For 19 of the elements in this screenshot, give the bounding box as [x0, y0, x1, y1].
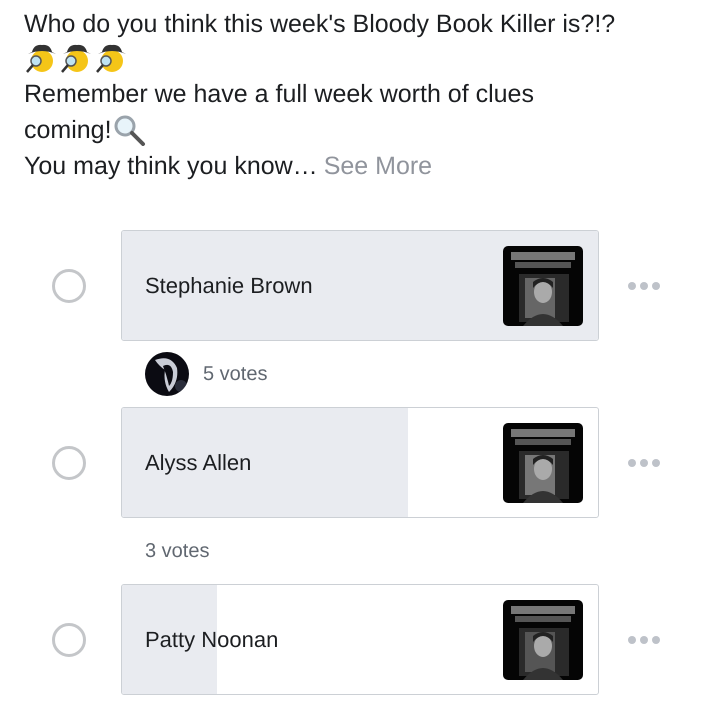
more-icon[interactable]	[627, 634, 661, 644]
radio-button[interactable]	[52, 268, 86, 302]
more-icon[interactable]	[627, 458, 661, 468]
option-name: Patty Noonan	[145, 626, 278, 652]
post-text: Who do you think this week's Bloody Book Killer is?!?	[24, 9, 616, 40]
vote-count[interactable]: 5 votes	[203, 362, 268, 386]
poll-option[interactable]: Patty Noonan	[121, 584, 599, 695]
vote-count[interactable]: 3 votes	[145, 540, 210, 562]
post-text: You may think you know…	[24, 151, 318, 182]
option-name: Stephanie Brown	[145, 272, 313, 298]
radio-button[interactable]	[52, 446, 86, 480]
post-text: coming!	[24, 115, 112, 146]
more-icon[interactable]	[627, 280, 661, 290]
radio-button[interactable]	[52, 622, 86, 656]
option-name: Alyss Allen	[145, 450, 252, 476]
search-icon	[112, 114, 146, 146]
poll-option[interactable]: Stephanie Brown	[121, 230, 599, 341]
poll-option[interactable]: Alyss Allen	[121, 407, 599, 518]
post-text: Remember we have a full week worth of clues	[24, 79, 534, 110]
